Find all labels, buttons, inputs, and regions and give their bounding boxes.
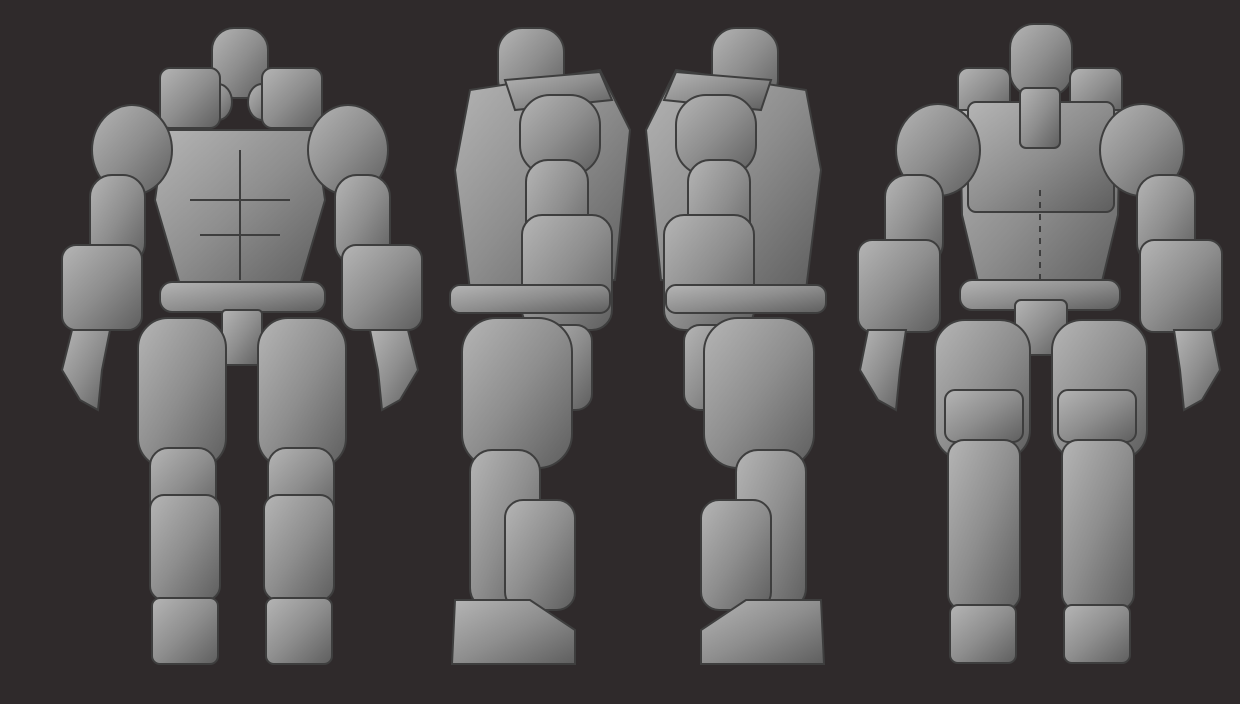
turnaround-sheet (0, 0, 1240, 704)
